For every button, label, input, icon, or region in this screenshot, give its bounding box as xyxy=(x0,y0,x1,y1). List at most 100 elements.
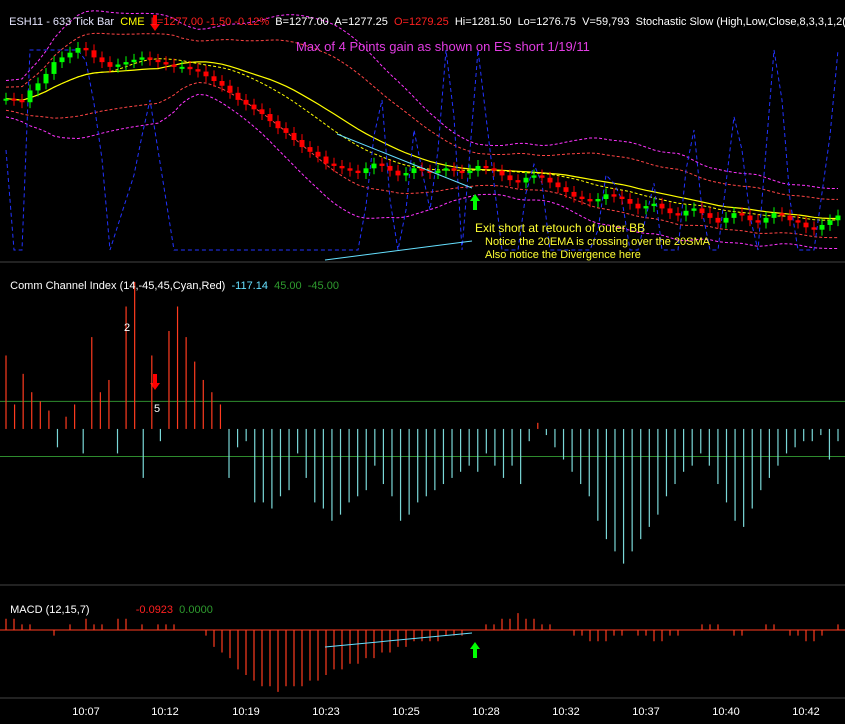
candle-body xyxy=(675,213,681,216)
candle-body xyxy=(251,104,257,110)
stochastic-line xyxy=(5,49,839,251)
candle-body xyxy=(275,121,281,129)
candle-body xyxy=(595,199,601,202)
price-divergence-line xyxy=(336,133,473,189)
candle-body xyxy=(763,217,769,223)
candle-body xyxy=(99,57,105,63)
candle-body xyxy=(395,170,401,176)
divergence-note: Also notice the Divergence here xyxy=(485,249,641,261)
time-tick-label: 10:07 xyxy=(72,706,100,718)
candle-body xyxy=(283,128,289,133)
candle-body xyxy=(299,140,305,148)
candle-body xyxy=(787,215,793,221)
candle-body xyxy=(267,114,273,122)
candle-body xyxy=(571,191,577,197)
symbol: ESH11 - 633 Tick Bar xyxy=(9,16,115,28)
candle-body xyxy=(531,175,537,178)
candle-body xyxy=(171,64,177,67)
time-tick-label: 10:19 xyxy=(232,706,260,718)
candle-body xyxy=(547,177,553,183)
candle-body xyxy=(179,66,185,69)
candle-body xyxy=(755,220,761,223)
candle-body xyxy=(651,203,657,207)
candle-body xyxy=(323,156,329,164)
candle-body xyxy=(411,168,417,174)
candle-body xyxy=(67,52,73,58)
candle-body xyxy=(147,57,153,60)
candle-body xyxy=(115,64,121,67)
candle-body xyxy=(347,168,353,171)
candle-body xyxy=(187,66,193,70)
time-tick-label: 10:42 xyxy=(792,706,820,718)
candle-body xyxy=(211,76,217,81)
candle-body xyxy=(75,47,81,53)
candle-body xyxy=(699,208,705,214)
cci-upper: 45.00 xyxy=(274,280,302,292)
candle-body xyxy=(611,194,617,197)
candle-body xyxy=(355,170,361,174)
cci-marker-5: 5 xyxy=(154,403,161,415)
time-tick-label: 10:37 xyxy=(632,706,660,718)
candle-body xyxy=(131,59,137,63)
candle-body xyxy=(803,222,809,228)
candle-body xyxy=(819,224,825,230)
macd-zero: 0.0000 xyxy=(179,604,213,616)
candle-body xyxy=(435,170,441,174)
cci-lower: -45.00 xyxy=(307,280,339,292)
macd-value: -0.0923 xyxy=(135,604,174,616)
cci-value: -117.14 xyxy=(231,280,268,292)
ema-20-line xyxy=(5,58,839,221)
candle-body xyxy=(315,151,321,157)
candle-body xyxy=(235,92,241,100)
candle-body xyxy=(107,62,113,67)
time-tick-label: 10:40 xyxy=(712,706,740,718)
candle-body xyxy=(139,57,145,60)
open-price: O=1279.25 xyxy=(393,16,449,28)
candle-body xyxy=(539,175,545,178)
candle-body xyxy=(515,180,521,183)
candle-body xyxy=(123,62,129,65)
time-tick-label: 10:25 xyxy=(392,706,420,718)
time-tick-label: 10:32 xyxy=(552,706,580,718)
candle-body xyxy=(363,168,369,174)
candle-body xyxy=(379,163,385,166)
candle-body xyxy=(491,168,497,171)
exit-note: Exit short at retouch of outer BB xyxy=(475,221,646,235)
bb-upper-outer xyxy=(5,10,838,189)
candle-body xyxy=(827,220,833,225)
candle-body xyxy=(331,163,337,166)
candle-body xyxy=(603,194,609,199)
candle-body xyxy=(91,50,97,58)
candle-body xyxy=(563,187,569,192)
candle-body xyxy=(691,208,697,211)
candle-body xyxy=(163,62,169,65)
candle-body xyxy=(627,199,633,204)
candle-body xyxy=(683,210,689,216)
exit-arrow-macd xyxy=(470,642,480,658)
candle-body xyxy=(59,57,65,63)
candle-body xyxy=(35,83,41,91)
time-tick-label: 10:12 xyxy=(151,706,179,718)
candle-body xyxy=(219,81,225,86)
candle-body xyxy=(507,175,513,181)
candle-body xyxy=(259,109,265,115)
candle-body xyxy=(11,98,17,101)
candle-body xyxy=(707,213,713,218)
candle-body xyxy=(3,98,9,101)
ema-note: Notice the 20EMA is crossing over the 20… xyxy=(485,236,710,248)
candle-body xyxy=(739,213,745,216)
candle-body xyxy=(339,165,345,169)
stoch-divergence-line xyxy=(324,240,473,261)
sma-20-line xyxy=(5,61,838,220)
candle-body xyxy=(27,90,33,103)
cci-header: Comm Channel Index (14,-45,45,Cyan,Red) … xyxy=(4,267,339,293)
chart-title: Max of 4 Points gain as shown on ES shor… xyxy=(296,39,590,54)
candle-body xyxy=(483,165,489,169)
time-tick-label: 10:23 xyxy=(312,706,340,718)
candle-body xyxy=(467,170,473,174)
exchange: CME xyxy=(120,16,145,28)
candle-body xyxy=(779,213,785,216)
macd-label: MACD (12,15,7) xyxy=(10,604,90,616)
candle-body xyxy=(83,47,89,51)
candle-body xyxy=(771,213,777,218)
